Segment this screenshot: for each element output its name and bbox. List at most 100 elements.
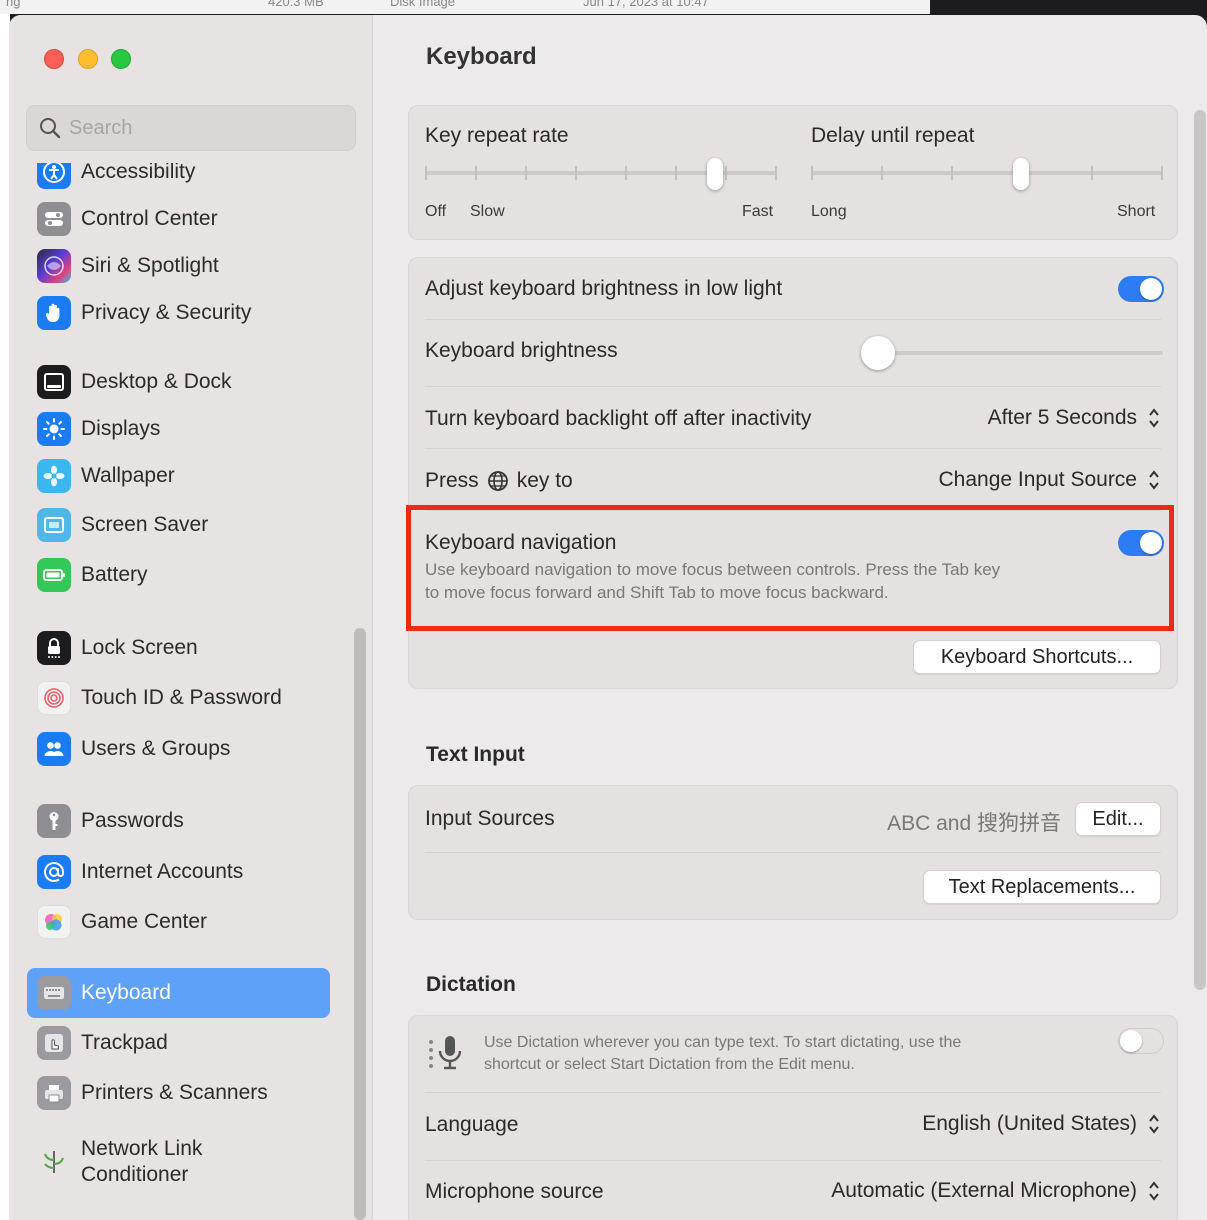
key-repeat-slow-label: Slow — [470, 203, 505, 220]
slider-tick — [811, 166, 813, 180]
flower-icon — [37, 459, 71, 493]
sidebar-item-users-groups[interactable]: Users & Groups — [27, 724, 330, 774]
sidebar-item-privacy-security[interactable]: Privacy & Security — [27, 288, 330, 338]
slider-tick — [725, 166, 727, 180]
repeat-card: Key repeat rate Delay until repeat Off S… — [408, 105, 1178, 240]
backlight-off-label: Turn keyboard backlight off after inacti… — [425, 407, 812, 430]
search-field[interactable] — [26, 105, 356, 151]
dictation-title: Dictation — [426, 973, 516, 996]
input-sources-label: Input Sources — [425, 807, 555, 830]
delay-repeat-label: Delay until repeat — [811, 124, 975, 147]
sidebar-list: Accessibility Control Center Siri & Spot… — [9, 163, 373, 1220]
slider-tick — [1161, 166, 1163, 180]
fingerprint-icon — [37, 681, 71, 715]
accessibility-icon — [37, 163, 71, 189]
sidebar-item-network-link-conditioner[interactable]: Network Link Conditioner — [27, 1129, 330, 1195]
edit-input-sources-button[interactable]: Edit... — [1075, 802, 1161, 836]
brightness-slider[interactable] — [861, 336, 1163, 370]
game-center-icon — [37, 905, 71, 939]
sidebar-item-label: Lock Screen — [81, 636, 198, 659]
sun-icon — [37, 412, 71, 446]
microphone-source-popup[interactable]: Automatic (External Microphone) — [831, 1179, 1161, 1203]
minimize-window-button[interactable] — [78, 49, 98, 69]
at-icon — [37, 855, 71, 889]
adjust-brightness-toggle[interactable] — [1118, 276, 1164, 302]
slider-knob[interactable] — [861, 336, 895, 370]
sidebar-item-label: Network Link Conditioner — [81, 1137, 203, 1186]
language-label: Language — [425, 1113, 519, 1136]
input-sources-value: ABC and 搜狗拼音 — [887, 812, 1061, 835]
slider-tick — [1091, 166, 1093, 180]
divider — [425, 1160, 1161, 1161]
search-input[interactable] — [69, 116, 329, 140]
battery-icon — [37, 558, 71, 592]
network-link-icon — [37, 1145, 71, 1179]
keyboard-shortcuts-button[interactable]: Keyboard Shortcuts... — [913, 640, 1161, 674]
zoom-window-button[interactable] — [111, 49, 131, 69]
key-repeat-slider[interactable] — [425, 158, 777, 196]
delay-short-label: Short — [1117, 203, 1156, 220]
sidebar-item-control-center[interactable]: Control Center — [27, 194, 330, 244]
printer-icon — [37, 1076, 71, 1110]
text-replacements-button[interactable]: Text Replacements... — [923, 870, 1161, 904]
sidebar-scrollbar[interactable] — [354, 628, 366, 1220]
sidebar-item-displays[interactable]: Displays — [27, 404, 330, 454]
slider-track — [861, 351, 1163, 355]
slider-tick — [625, 166, 627, 180]
screensaver-icon — [37, 508, 71, 542]
globe-key-value: Change Input Source — [938, 468, 1137, 491]
sidebar-item-game-center[interactable]: Game Center — [27, 897, 330, 947]
sidebar-item-battery[interactable]: Battery — [27, 550, 330, 600]
press-key-pre: Press — [425, 469, 479, 492]
users-icon — [37, 732, 71, 766]
backlight-off-popup[interactable]: After 5 Seconds — [988, 406, 1161, 430]
sidebar-item-label: Control Center — [81, 207, 218, 230]
sidebar-item-accessibility[interactable]: Accessibility — [27, 163, 330, 197]
microphone-icon — [429, 1036, 462, 1070]
sidebar-item-label: Screen Saver — [81, 513, 209, 536]
sidebar-item-desktop-dock[interactable]: Desktop & Dock — [27, 357, 330, 407]
slider-track — [811, 171, 1163, 175]
sidebar-item-label: Printers & Scanners — [81, 1081, 268, 1104]
up-down-chevron-icon — [1149, 470, 1159, 490]
sidebar-item-label: Privacy & Security — [81, 301, 252, 324]
sidebar-item-passwords[interactable]: Passwords — [27, 796, 330, 846]
sidebar: Accessibility Control Center Siri & Spot… — [9, 15, 373, 1220]
sidebar-item-label: Internet Accounts — [81, 860, 244, 883]
close-window-button[interactable] — [44, 49, 64, 69]
sidebar-item-label: Passwords — [81, 809, 184, 832]
globe-icon — [487, 471, 508, 491]
key-repeat-off-label: Off — [425, 203, 447, 220]
main-scrollbar[interactable] — [1194, 110, 1206, 990]
settings-window: Accessibility Control Center Siri & Spot… — [9, 15, 1207, 1220]
sidebar-item-wallpaper[interactable]: Wallpaper — [27, 451, 330, 501]
up-down-chevron-icon — [1149, 408, 1159, 428]
dictation-toggle[interactable] — [1118, 1028, 1164, 1054]
bg-text: Disk Image — [390, 0, 456, 9]
sidebar-item-internet-accounts[interactable]: Internet Accounts — [27, 847, 330, 897]
delay-repeat-slider[interactable] — [811, 158, 1163, 196]
sidebar-item-label: Touch ID & Password — [81, 686, 282, 709]
key-icon — [37, 804, 71, 838]
sidebar-item-label: Trackpad — [81, 1031, 168, 1054]
key-repeat-label: Key repeat rate — [425, 124, 569, 147]
sidebar-item-screen-saver[interactable]: Screen Saver — [27, 500, 330, 550]
sidebar-item-keyboard[interactable]: Keyboard — [27, 968, 330, 1018]
slider-knob[interactable] — [1012, 158, 1029, 190]
microphone-source-value: Automatic (External Microphone) — [831, 1179, 1137, 1202]
globe-key-popup[interactable]: Change Input Source — [939, 468, 1161, 492]
slider-tick — [575, 166, 577, 180]
slider-knob[interactable] — [707, 158, 724, 190]
divider — [425, 448, 1161, 449]
slider-tick — [881, 166, 883, 180]
sidebar-item-trackpad[interactable]: Trackpad — [27, 1018, 330, 1068]
sidebar-item-label: Siri & Spotlight — [81, 254, 219, 277]
sidebar-item-lock-screen[interactable]: Lock Screen — [27, 623, 330, 673]
sidebar-item-printers-scanners[interactable]: Printers & Scanners — [27, 1068, 330, 1118]
divider — [425, 1092, 1161, 1093]
background-window-strip: ng 420.3 MB Disk Image Jun 17, 2023 at 1… — [0, 0, 930, 14]
sidebar-item-siri-spotlight[interactable]: Siri & Spotlight — [27, 241, 330, 291]
language-popup[interactable]: English (United States) — [922, 1112, 1161, 1136]
trackpad-icon — [37, 1026, 71, 1060]
sidebar-item-touch-id-password[interactable]: Touch ID & Password — [27, 673, 330, 723]
